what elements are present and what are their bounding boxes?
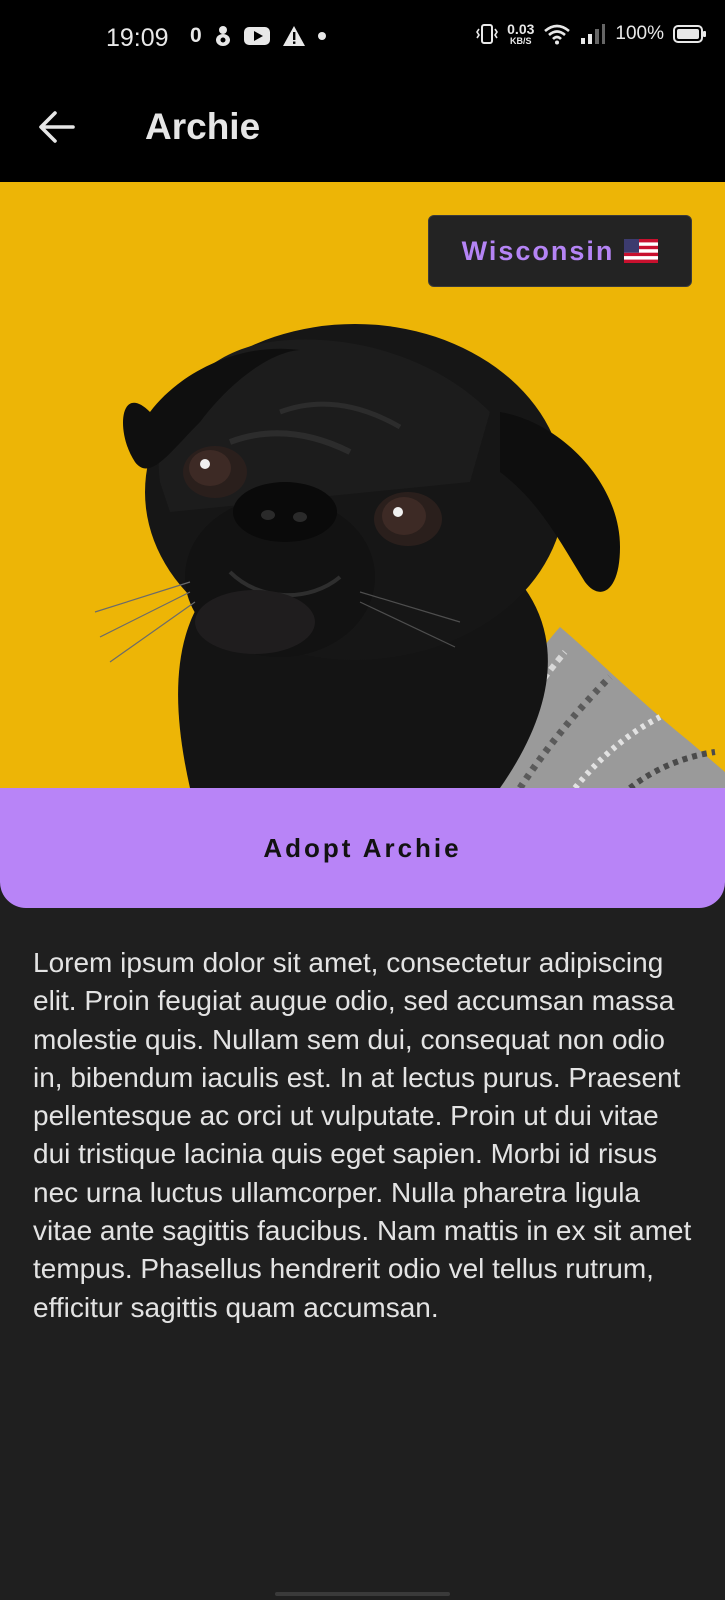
signal-icon bbox=[581, 24, 606, 44]
adopt-button[interactable]: Adopt Archie bbox=[0, 788, 725, 908]
notification-icons: 0 bbox=[190, 24, 326, 48]
battery-icon bbox=[673, 25, 706, 43]
bug-icon bbox=[215, 26, 230, 46]
status-right: 0.03 KB/S 100% bbox=[476, 22, 707, 46]
battery-percent: 100% bbox=[615, 23, 664, 44]
pet-detail-screen: 19:09 0 0.03 KB/S 100% Archie Wisconsin … bbox=[0, 0, 725, 1600]
notification-count: 0 bbox=[190, 24, 202, 47]
location-label: Wisconsin bbox=[461, 235, 615, 266]
adopt-button-label: Adopt Archie bbox=[263, 832, 462, 863]
arrow-back-icon bbox=[39, 111, 75, 143]
us-flag-icon bbox=[624, 239, 659, 263]
page-title: Archie bbox=[145, 106, 261, 147]
gesture-bar bbox=[275, 1592, 450, 1596]
status-bar: 19:09 0 0.03 KB/S 100% bbox=[0, 0, 725, 78]
dot-icon bbox=[317, 32, 326, 40]
app-bar: Archie bbox=[0, 78, 725, 182]
back-button[interactable] bbox=[34, 104, 80, 150]
warning-icon bbox=[282, 26, 305, 46]
network-speed-unit: KB/S bbox=[510, 36, 532, 46]
youtube-icon bbox=[243, 27, 270, 45]
location-chip[interactable]: Wisconsin bbox=[428, 215, 692, 287]
network-speed-value: 0.03 bbox=[507, 21, 535, 37]
pet-hero: Wisconsin bbox=[0, 182, 725, 788]
vibrate-icon bbox=[476, 24, 499, 44]
wifi-icon bbox=[544, 24, 571, 45]
pet-description: Lorem ipsum dolor sit amet, consectetur … bbox=[33, 947, 692, 1323]
network-speed: 0.03 KB/S bbox=[507, 22, 534, 46]
status-time: 19:09 bbox=[106, 24, 169, 52]
